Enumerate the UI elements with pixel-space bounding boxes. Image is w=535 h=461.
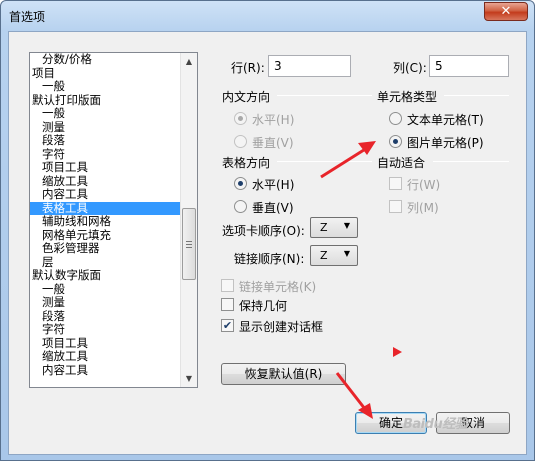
preferences-window: 首选项 ✕ 分数/价格 项目 一般 默认打印版面 一般 测量 段落 字符 项目工具 缩放工具 内容工… <box>0 0 535 461</box>
baidu-watermark: Baidu经验 <box>403 417 468 432</box>
annotation-arrows <box>320 141 402 419</box>
annotation-arrow-to-image-cell <box>320 141 376 179</box>
annotation-play-marker-icon <box>393 347 402 357</box>
annotation-arrow-to-ok <box>335 372 373 419</box>
